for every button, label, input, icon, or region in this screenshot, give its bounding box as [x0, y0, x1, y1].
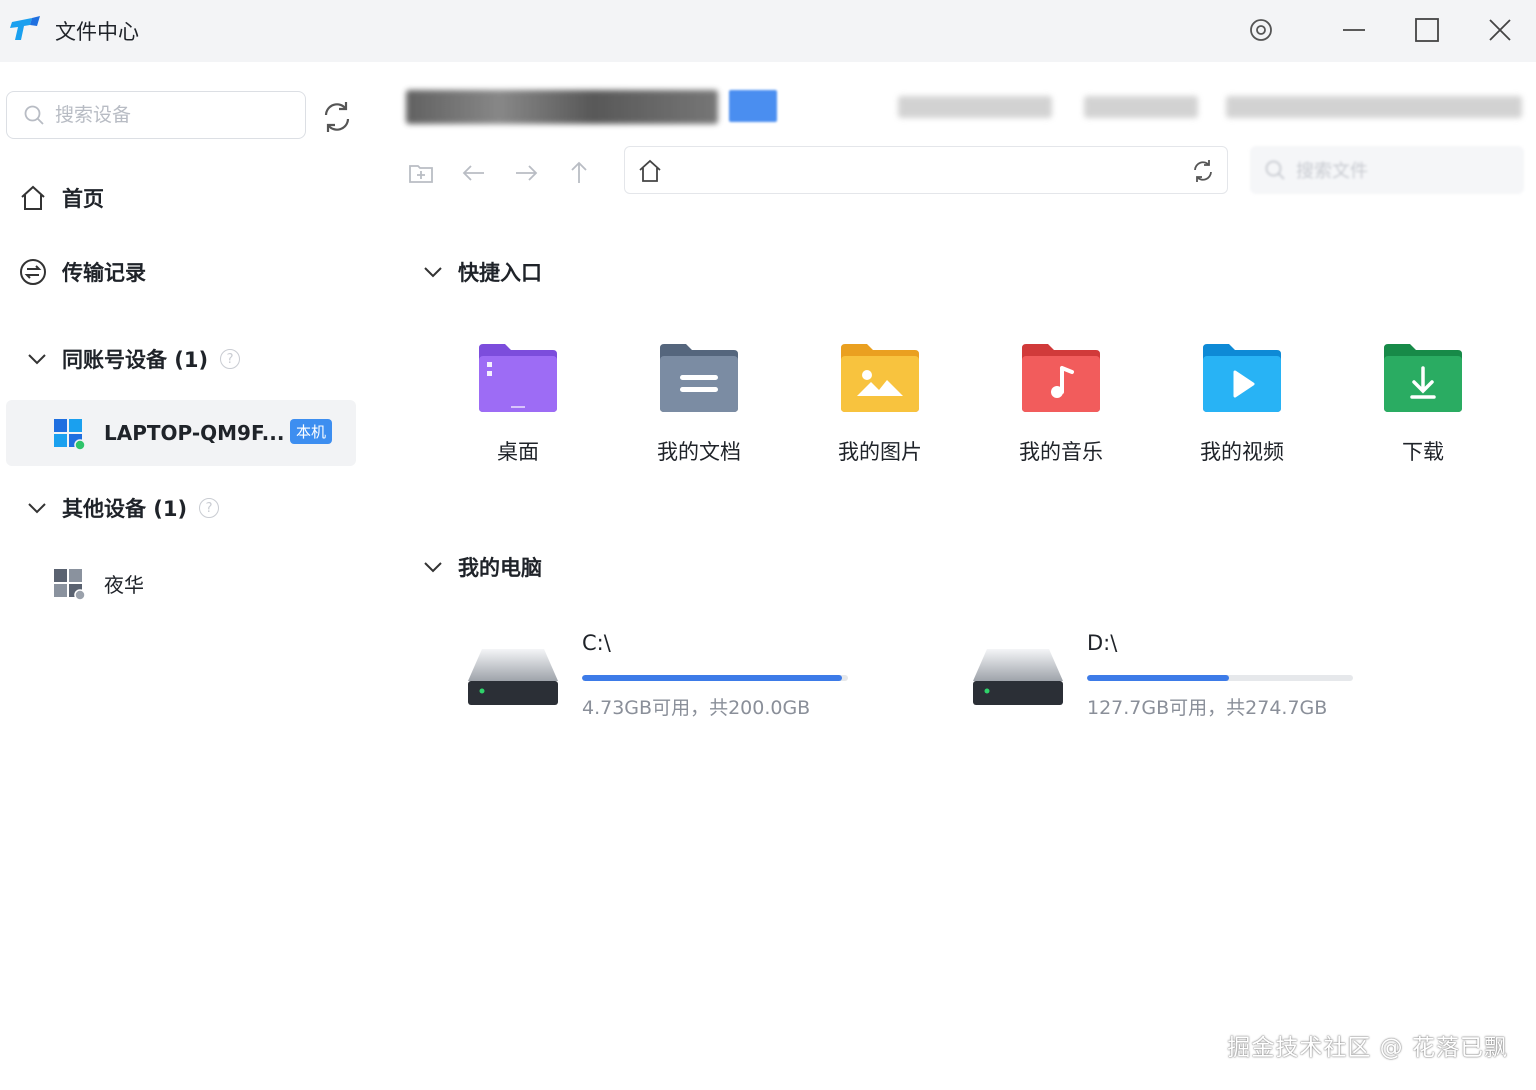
forward-button[interactable]	[509, 156, 543, 190]
group-other-devices[interactable]: 其他设备 (1) ?	[24, 488, 220, 528]
file-search-placeholder: 搜索文件	[1296, 161, 1368, 182]
drive-space-info: 4.73GB可用，共200.0GB	[582, 697, 811, 719]
help-icon[interactable]: ?	[199, 498, 220, 518]
drive-usage-bar	[582, 675, 848, 681]
new-folder-button[interactable]	[404, 156, 438, 190]
group-other-devices-label: 其他设备 (1)	[62, 497, 188, 521]
main-panel: 搜索文件 快捷入口 桌面 我的文档 我的图片 我的音乐 我的视频 下载 我的电脑…	[378, 66, 1536, 1090]
windows-icon	[54, 569, 86, 601]
nav-transfer-label: 传输记录	[62, 261, 146, 285]
chevron-down-icon	[424, 562, 442, 573]
quick-access-label: 我的文档	[657, 440, 741, 464]
section-quick-access[interactable]: 快捷入口	[420, 257, 542, 287]
device-row-laptop[interactable]: LAPTOP-QM9F... 本机	[6, 400, 356, 466]
quick-access-videos[interactable]: 我的视频	[1182, 340, 1302, 480]
videos-folder-icon	[1203, 344, 1281, 412]
device-title-blurred	[406, 90, 718, 124]
watermark: 掘金技术社区 @ 花落已飘	[1227, 1035, 1508, 1061]
arrow-right-icon	[516, 165, 538, 181]
quick-access-label: 我的图片	[838, 440, 922, 464]
path-bar[interactable]	[624, 146, 1228, 194]
maximize-button[interactable]	[1407, 10, 1447, 50]
nav-home[interactable]: 首页	[18, 178, 104, 218]
settings-ring-icon[interactable]	[1241, 10, 1281, 50]
home-icon	[21, 185, 45, 210]
search-icon	[24, 105, 44, 125]
quick-access-label: 桌面	[497, 440, 539, 464]
device-row-yehua[interactable]: 夜华	[6, 550, 356, 616]
home-icon[interactable]	[637, 158, 663, 184]
arrow-left-icon	[462, 165, 484, 181]
device-name: LAPTOP-QM9F...	[104, 421, 285, 445]
drive-name: C:\	[582, 631, 611, 655]
quick-access-label: 我的音乐	[1019, 440, 1103, 464]
transfer-icon	[20, 259, 46, 285]
windows-icon	[54, 419, 86, 451]
group-same-account-label: 同账号设备 (1)	[62, 348, 209, 372]
quick-access-desktop[interactable]: 桌面	[458, 340, 578, 480]
drive-usage-bar	[1087, 675, 1353, 681]
device-info-blurred	[1084, 96, 1198, 118]
desktop-folder-icon	[479, 344, 557, 412]
chevron-down-icon	[28, 354, 46, 365]
file-search-box[interactable]: 搜索文件	[1250, 146, 1524, 194]
maximize-icon	[1415, 18, 1439, 42]
refresh-devices-icon[interactable]	[318, 98, 356, 136]
refresh-icon[interactable]	[1190, 158, 1216, 184]
drive-usage-fill	[582, 675, 842, 681]
quick-access-label: 快捷入口	[458, 261, 542, 285]
chevron-down-icon	[28, 503, 46, 514]
nav-home-label: 首页	[62, 187, 104, 211]
group-same-account[interactable]: 同账号设备 (1) ?	[24, 339, 241, 379]
title-bar: 文件中心	[0, 0, 1536, 62]
back-button[interactable]	[457, 156, 491, 190]
music-folder-icon	[1022, 344, 1100, 412]
downloads-folder-icon	[1384, 344, 1462, 412]
quick-access-label: 下载	[1402, 440, 1444, 464]
section-my-computer[interactable]: 我的电脑	[420, 552, 542, 582]
close-button[interactable]	[1480, 10, 1520, 50]
close-icon	[1489, 19, 1511, 41]
quick-access-documents[interactable]: 我的文档	[639, 340, 759, 480]
search-icon	[1265, 160, 1285, 180]
drive-name: D:\	[1087, 631, 1118, 655]
sidebar: 首页 传输记录 同账号设备 (1) ? LAPTOP-QM9F... 本机 其他…	[0, 66, 378, 1090]
new-folder-icon	[409, 165, 433, 183]
device-info-blurred	[898, 96, 1052, 118]
help-icon[interactable]: ?	[220, 349, 241, 369]
chevron-down-icon	[424, 267, 442, 278]
quick-access-music[interactable]: 我的音乐	[1001, 340, 1121, 480]
arrow-up-icon	[571, 161, 587, 183]
up-button[interactable]	[562, 156, 596, 190]
device-search-box[interactable]	[6, 91, 306, 139]
pictures-folder-icon	[841, 344, 919, 412]
drive-usage-fill	[1087, 675, 1230, 681]
minimize-button[interactable]	[1334, 10, 1374, 50]
app-logo-icon	[10, 16, 40, 40]
device-name: 夜华	[104, 572, 144, 597]
drive-space-info: 127.7GB可用，共274.7GB	[1087, 697, 1328, 719]
minimize-icon	[1343, 29, 1365, 31]
nav-transfer-records[interactable]: 传输记录	[18, 252, 146, 292]
local-device-badge: 本机	[290, 419, 333, 444]
my-computer-label: 我的电脑	[458, 556, 542, 580]
quick-access-pictures[interactable]: 我的图片	[820, 340, 940, 480]
quick-access-label: 我的视频	[1200, 440, 1284, 464]
device-tag-blurred	[729, 90, 777, 122]
device-search-input[interactable]	[55, 104, 285, 126]
documents-folder-icon	[660, 344, 738, 412]
quick-access-downloads[interactable]: 下载	[1363, 340, 1483, 480]
hard-drive-icon	[468, 649, 558, 705]
app-title: 文件中心	[55, 20, 139, 44]
hard-drive-icon	[973, 649, 1063, 705]
device-info-blurred	[1226, 96, 1522, 118]
